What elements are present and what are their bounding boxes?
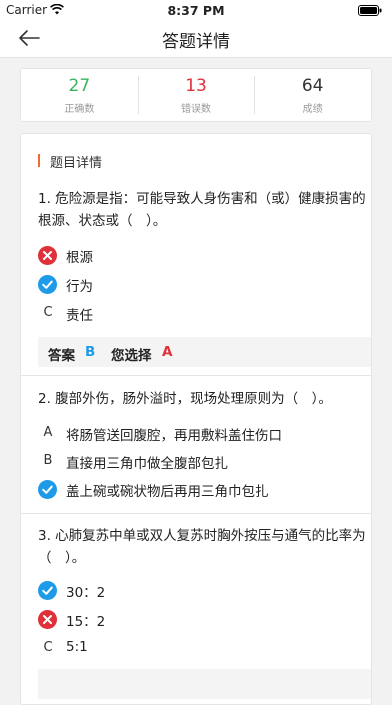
stat-correct: 27 正确数	[21, 69, 138, 121]
page-title: 答题详情	[162, 32, 230, 52]
question-3-option-c[interactable]: C 5:1	[38, 637, 358, 659]
status-time: 8:37 PM	[167, 3, 225, 18]
question-1-text: 1. 危险源是指：可能导致人身伤害和（或）健康损害的根源、状态或（ ）。	[38, 191, 366, 229]
status-bar: Carrier 8:37 PM	[0, 0, 392, 20]
wrong-icon	[38, 610, 57, 629]
option-text: 30：2	[66, 585, 106, 601]
question-2-option-a[interactable]: A 将肠管送回腹腔，再用敷料盖住伤口	[38, 422, 358, 444]
battery-icon	[358, 5, 382, 16]
answer-label: 答案	[48, 348, 75, 364]
score-summary-card: 27 正确数 13 错误数 64 成绩	[20, 68, 372, 122]
question-1-option-c[interactable]: C 责任	[38, 302, 358, 324]
option-text: 根源	[66, 250, 93, 266]
option-text: 盖上碗或碗状物后再用三角巾包扎	[66, 484, 269, 500]
section-accent-bar	[38, 154, 40, 167]
section-heading: 题目详情	[38, 152, 102, 171]
option-letter: C	[43, 305, 53, 320]
question-3-option-b[interactable]: 15：2	[38, 608, 358, 630]
question-1-option-b[interactable]: 行为	[38, 273, 358, 295]
section-title: 题目详情	[50, 156, 103, 171]
nav-bar: 答题详情	[0, 20, 392, 58]
check-icon	[38, 275, 57, 294]
wrong-count: 13	[185, 76, 207, 96]
option-letter: C	[43, 640, 53, 655]
correct-count: 27	[68, 76, 91, 96]
chosen-value: A	[162, 344, 173, 360]
option-text: 将肠管送回腹腔，再用敷料盖住伤口	[66, 428, 282, 444]
stat-score: 64 成绩	[254, 69, 371, 121]
question-2-text: 2. 腹部外伤，肠外溢时，现场处理原则为（ ）。	[38, 391, 332, 407]
question-2-option-c[interactable]: 盖上碗或碗状物后再用三角巾包扎	[38, 478, 358, 500]
correct-label: 正确数	[64, 104, 95, 115]
option-letter: B	[43, 453, 53, 468]
option-text: 直接用三角巾做全腹部包扎	[66, 456, 228, 472]
score-label: 成绩	[302, 104, 323, 115]
score-value: 64	[301, 76, 324, 96]
stat-wrong: 13 错误数	[137, 69, 255, 121]
option-letter: A	[43, 425, 53, 440]
option-text: 责任	[66, 308, 93, 324]
question-3-option-a[interactable]: 30：2	[38, 579, 358, 601]
answer-summary-partial	[38, 669, 371, 699]
answer-summary: 答案 B 您选择 A	[38, 337, 371, 367]
option-text: 5:1	[66, 639, 88, 655]
chosen-label: 您选择	[111, 348, 152, 364]
wrong-icon	[38, 246, 57, 265]
question-3-text: 3. 心肺复苏中单或双人复苏时胸外按压与通气的比率为（ ）。	[38, 528, 366, 566]
check-icon	[38, 480, 57, 499]
option-text: 15：2	[66, 614, 106, 630]
answer-value: B	[85, 344, 96, 360]
question-1-option-a[interactable]: 根源	[38, 244, 358, 266]
option-text: 行为	[66, 279, 93, 295]
divider	[21, 375, 371, 376]
question-detail-card: 题目详情 1. 危险源是指：可能导致人身伤害和（或）健康损害的根源、状态或（ ）…	[20, 133, 372, 705]
check-icon	[38, 581, 57, 600]
question-2-option-b[interactable]: B 直接用三角巾做全腹部包扎	[38, 450, 358, 472]
wrong-label: 错误数	[181, 104, 211, 115]
divider	[21, 513, 371, 514]
